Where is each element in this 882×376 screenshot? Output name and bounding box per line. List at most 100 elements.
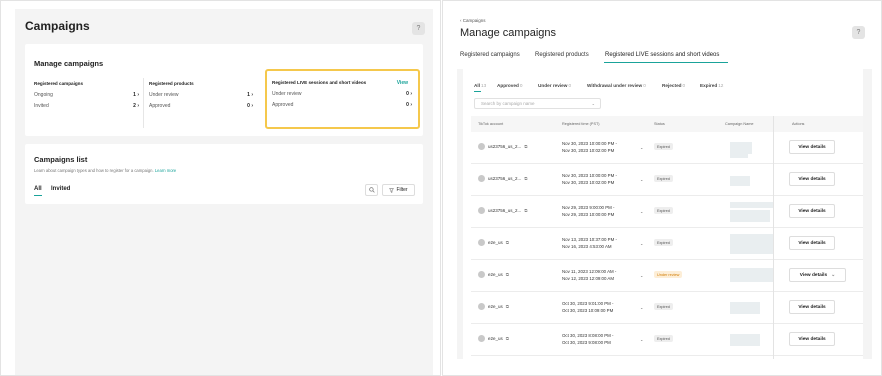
filter-tab-under-review[interactable]: Under review0 xyxy=(538,83,571,88)
tiktok-account[interactable]: us23756_us_2... ⧉ xyxy=(478,207,528,214)
table-row: e2e_us ⧉ Nov 13, 2023 10:37:00 PM - Nov 16,… xyxy=(471,228,863,260)
button-label: View details xyxy=(798,240,826,246)
view-details-button[interactable]: View details xyxy=(789,332,835,346)
button-label: View details xyxy=(799,272,828,278)
chevron-down-icon[interactable]: ⌄ xyxy=(640,209,643,214)
campaigns-list-title: Campaigns list xyxy=(34,155,88,164)
chevron-down-icon: ⌄ xyxy=(831,272,836,278)
back-link[interactable]: ‹ Campaigns xyxy=(460,18,486,23)
filter-tab-rejected[interactable]: Rejected0 xyxy=(662,83,685,88)
left-screenshot: Campaigns ? Manage campaigns Registered … xyxy=(0,0,441,376)
search-button[interactable] xyxy=(365,184,378,196)
button-label: View details xyxy=(798,208,826,214)
chevron-down-icon[interactable]: ⌄ xyxy=(640,337,643,342)
external-link-icon[interactable]: ⧉ xyxy=(506,304,509,309)
chevron-down-icon[interactable]: ⌄ xyxy=(640,241,643,246)
button-label: View details xyxy=(798,144,826,150)
approved-row[interactable]: Approved 0 › xyxy=(272,102,412,108)
avatar xyxy=(478,175,485,182)
account-name: us23756_us_2... xyxy=(488,144,522,149)
view-details-button[interactable]: View details xyxy=(789,236,835,250)
button-label: View details xyxy=(798,176,826,182)
filter-tab-withdrawal[interactable]: Withdrawal under review0 xyxy=(587,83,646,88)
filter-tab-label: Approved xyxy=(497,83,519,88)
help-button[interactable]: ? xyxy=(412,22,425,35)
chevron-down-icon[interactable]: ⌄ xyxy=(640,273,643,278)
tiktok-account[interactable]: e2e_us ⧉ xyxy=(478,239,509,246)
help-button[interactable]: ? xyxy=(852,26,865,39)
table-row: us23756_us_2... ⧉ Nov 29, 2023 9:00:00 PM … xyxy=(471,196,863,228)
table-panel: All13 Approved0 Under review0 Withdrawal… xyxy=(463,69,863,359)
view-details-button[interactable]: View details xyxy=(789,204,835,218)
registered-time: Nov 29, 2023 9:00:00 PM - Nov 29, 2023 10… xyxy=(562,205,614,218)
end-time: Nov 29, 2023 10:00:00 PM xyxy=(562,211,615,217)
tab-all[interactable]: All xyxy=(34,186,42,192)
status-badge: Expired xyxy=(654,143,673,150)
tiktok-account[interactable]: us23756_us_2... ⧉ xyxy=(478,175,528,182)
account-name: us23756_us_2... xyxy=(488,208,522,213)
ongoing-row[interactable]: Ongoing 1 › xyxy=(34,92,139,98)
start-time: Nov 30, 2023 10:00:00 PM - xyxy=(562,173,617,178)
status-badge: Expired xyxy=(654,335,673,342)
filter-tab-expired[interactable]: Expired12 xyxy=(700,83,723,88)
column-header: TikTok account xyxy=(478,122,504,126)
campaigns-page: Campaigns ? Manage campaigns Registered … xyxy=(15,9,433,375)
column-title: Registered campaigns xyxy=(34,81,84,86)
filter-button[interactable]: Filter xyxy=(382,184,415,196)
view-link[interactable]: View xyxy=(397,80,408,86)
external-link-icon[interactable]: ⧉ xyxy=(506,336,509,341)
active-tab-indicator xyxy=(34,195,42,197)
approved-row[interactable]: Approved 0 › xyxy=(149,103,253,109)
tab-invited[interactable]: Invited xyxy=(51,186,70,192)
view-details-button[interactable]: View details xyxy=(789,140,835,154)
tab-registered-campaigns[interactable]: Registered campaigns xyxy=(460,52,520,58)
filter-tab-label: All xyxy=(474,83,480,88)
tab-registered-products[interactable]: Registered products xyxy=(535,52,589,58)
view-details-button[interactable]: View details xyxy=(789,300,835,314)
column-divider xyxy=(773,116,774,359)
external-link-icon[interactable]: ⧉ xyxy=(524,176,527,181)
tiktok-account[interactable]: e2e_us ⧉ xyxy=(478,303,509,310)
filter-tab-approved[interactable]: Approved0 xyxy=(497,83,523,88)
end-time: Nov 30, 2023 10:02:00 PM xyxy=(562,147,615,153)
external-link-icon[interactable]: ⧉ xyxy=(506,240,509,245)
status-badge: Under review xyxy=(654,271,683,278)
tiktok-account[interactable]: e2e_us ⧉ xyxy=(478,335,509,342)
tab-registered-live[interactable]: Registered LIVE sessions and short video… xyxy=(605,52,719,58)
tiktok-account[interactable]: e2e_us ⧉ xyxy=(478,271,509,278)
help-icon: ? xyxy=(856,29,861,36)
chevron-down-icon: ⌄ xyxy=(591,101,595,106)
row-value: 0 › xyxy=(406,91,412,97)
filter-tab-label: Withdrawal under review xyxy=(587,83,643,88)
under-review-row[interactable]: Under review 0 › xyxy=(272,91,412,97)
campaign-search-input[interactable]: Search by campaign name ⌄ xyxy=(474,98,601,109)
avatar xyxy=(478,207,485,214)
account-name: e2e_us xyxy=(488,336,503,341)
invited-row[interactable]: Invited 2 › xyxy=(34,103,139,109)
chevron-down-icon[interactable]: ⌄ xyxy=(640,305,643,310)
end-time: Oct 30, 2023 9:08:00 PM xyxy=(562,339,611,345)
registered-time: Oct 30, 2023 9:01:00 PM - Oct 30, 2023 10… xyxy=(562,301,614,314)
under-review-row[interactable]: Under review 1 › xyxy=(149,92,253,98)
filter-tab-count: 0 xyxy=(643,83,646,88)
filter-tab-label: Expired xyxy=(700,83,718,88)
campaign-name-redacted xyxy=(730,268,774,282)
learn-more-link[interactable]: Learn more xyxy=(155,168,176,173)
external-link-icon[interactable]: ⧉ xyxy=(524,208,527,213)
button-label: View details xyxy=(798,304,826,310)
filter-tab-label: Under review xyxy=(538,83,568,88)
start-time: Nov 30, 2023 10:00:00 PM - xyxy=(562,141,617,146)
chevron-down-icon[interactable]: ⌄ xyxy=(640,145,643,150)
view-details-button[interactable]: View details xyxy=(789,172,835,186)
chevron-down-icon[interactable]: ⌄ xyxy=(640,177,643,182)
campaign-name-redacted xyxy=(730,202,774,208)
status-badge: Expired xyxy=(654,207,673,214)
external-link-icon[interactable]: ⧉ xyxy=(506,272,509,277)
filter-label: Filter xyxy=(396,187,408,193)
start-time: Nov 29, 2023 9:00:00 PM - xyxy=(562,205,615,210)
filter-tab-all[interactable]: All13 xyxy=(474,83,486,88)
tiktok-account[interactable]: us23756_us_2... ⧉ xyxy=(478,143,528,150)
external-link-icon[interactable]: ⧉ xyxy=(524,144,527,149)
view-details-button[interactable]: View details ⌄ xyxy=(789,268,846,282)
avatar xyxy=(478,271,485,278)
